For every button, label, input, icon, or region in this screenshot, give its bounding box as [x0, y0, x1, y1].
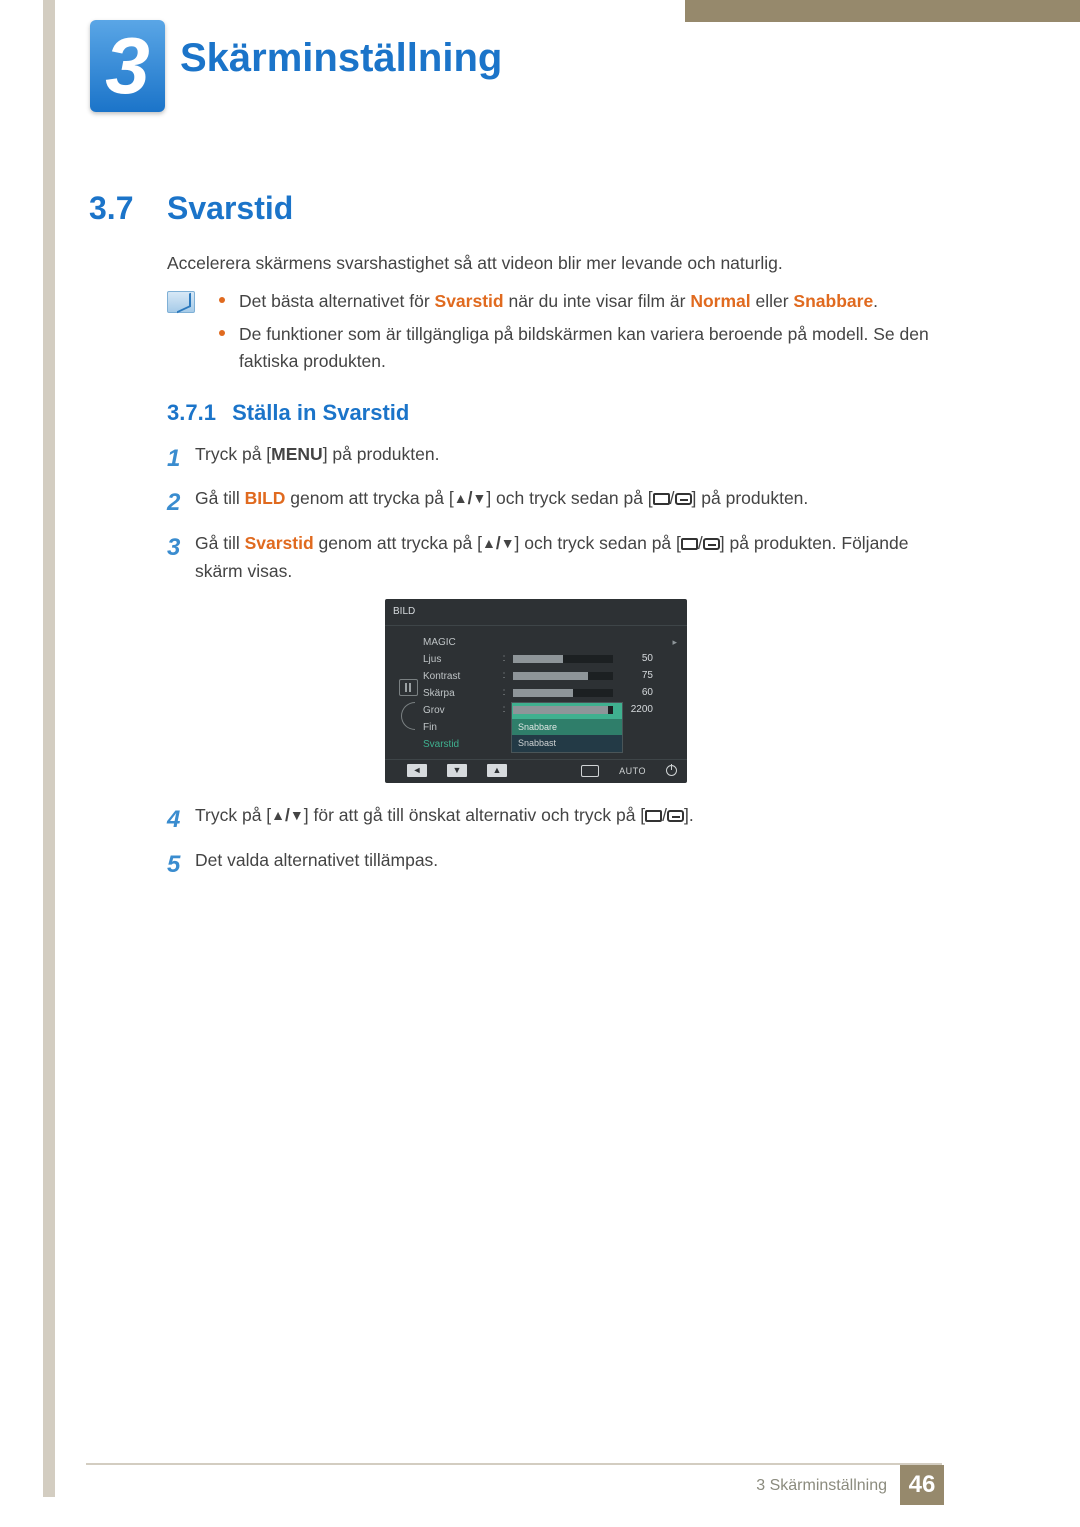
osd-item-skarpa: Skärpa — [423, 685, 501, 702]
down-arrow-icon: ▼ — [472, 487, 486, 509]
osd-item-fin: Fin — [423, 719, 501, 736]
section-number: 3.7 — [89, 190, 167, 227]
subsection-heading: 3.7.1 Ställa in Svarstid — [167, 400, 409, 426]
note-icon — [167, 291, 195, 313]
section-heading: 3.7 Svarstid — [89, 190, 293, 227]
osd-up-icon: ▲ — [487, 764, 507, 777]
header-accent-bar — [685, 0, 1080, 22]
osd-title: BILD — [385, 599, 687, 626]
osd-footer: ◄ ▼ ▲ AUTO — [385, 759, 687, 783]
up-arrow-icon: ▲ — [271, 804, 285, 826]
step-2: 2 Gå till BILD genom att trycka på [▲/▼]… — [167, 484, 957, 522]
note-block: Det bästa alternativet för Svarstid när … — [167, 288, 957, 381]
footer-chapter-label: 3 Skärminställning — [756, 1477, 887, 1495]
up-arrow-icon: ▲ — [454, 487, 468, 509]
chevron-right-icon: ▸ — [672, 635, 677, 649]
subsection-title: Ställa in Svarstid — [232, 400, 409, 425]
section-title: Svarstid — [167, 190, 293, 227]
step-1: 1 Tryck på [MENU] på produkten. — [167, 440, 957, 478]
note-item-2: De funktioner som är tillgängliga på bil… — [217, 321, 957, 375]
osd-item-grov: Grov — [423, 702, 501, 719]
chapter-number-badge: 3 — [90, 20, 165, 112]
osd-back-icon: ◄ — [407, 764, 427, 777]
osd-bracket-icon — [401, 702, 415, 730]
power-icon — [666, 765, 677, 776]
step-5: 5 Det valda alternativet tillämpas. — [167, 846, 957, 884]
source-button-icon — [703, 538, 720, 550]
step-3: 3 Gå till Svarstid genom att trycka på [… — [167, 529, 957, 795]
page-number-badge: 46 — [900, 1465, 944, 1505]
osd-item-magic: MAGIC — [423, 634, 501, 651]
up-arrow-icon: ▲ — [482, 532, 496, 554]
subsection-number: 3.7.1 — [167, 400, 216, 425]
osd-item-svarstid: Svarstid — [423, 736, 501, 753]
osd-option-snabbast: Snabbast — [512, 735, 622, 751]
source-button-icon — [675, 493, 692, 505]
rect-button-icon — [645, 810, 662, 822]
chapter-title: Skärminställning — [180, 36, 502, 81]
osd-auto-label: AUTO — [619, 764, 646, 778]
down-arrow-icon: ▼ — [290, 804, 304, 826]
procedure-steps: 1 Tryck på [MENU] på produkten. 2 Gå til… — [167, 440, 957, 890]
note-item-1: Det bästa alternativet för Svarstid när … — [217, 288, 957, 315]
osd-picture-icon — [399, 679, 418, 696]
source-button-icon — [667, 810, 684, 822]
side-accent-bar — [43, 0, 55, 1497]
osd-item-ljus: Ljus — [423, 651, 501, 668]
osd-screenshot: BILD MAGIC Ljus Kontrast Skärpa Grov Fin… — [385, 599, 687, 783]
down-arrow-icon: ▼ — [501, 532, 515, 554]
rect-button-icon — [681, 538, 698, 550]
rect-button-icon — [653, 493, 670, 505]
section-intro: Accelerera skärmens svarshastighet så at… — [167, 253, 783, 274]
footer-divider — [86, 1463, 942, 1465]
osd-down-icon: ▼ — [447, 764, 467, 777]
osd-option-snabbare: Snabbare — [512, 719, 622, 735]
osd-item-kontrast: Kontrast — [423, 668, 501, 685]
osd-enter-icon — [581, 765, 599, 777]
step-4: 4 Tryck på [▲/▼] för att gå till önskat … — [167, 801, 957, 839]
